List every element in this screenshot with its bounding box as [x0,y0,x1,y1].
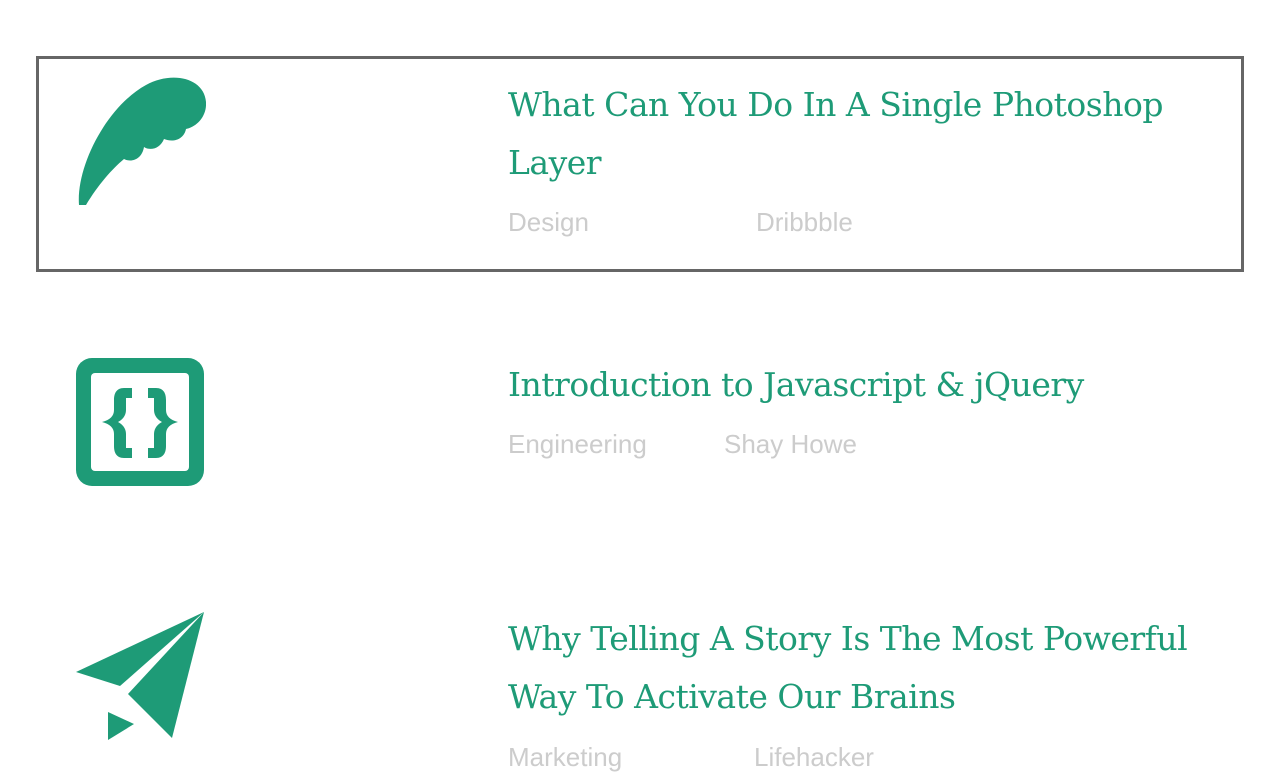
article-item-3[interactable]: Why Telling A Story Is The Most Powerful… [36,590,1244,782]
article-category[interactable]: Engineering [508,429,647,459]
article-source[interactable]: Lifehacker [754,742,874,772]
article-category[interactable]: Marketing [508,742,622,772]
article-category[interactable]: Design [508,207,589,237]
paper-plane-icon [76,612,206,742]
article-item-2[interactable]: Introduction to Javascript & jQuery Engi… [36,336,1244,536]
article-source[interactable]: Shay Howe [724,429,857,459]
article-source[interactable]: Dribbble [756,207,853,237]
article-title[interactable]: Introduction to Javascript & jQuery [508,356,1228,414]
code-braces-icon [76,358,206,488]
article-title[interactable]: What Can You Do In A Single Photoshop La… [508,76,1208,192]
feather-icon [76,77,206,207]
article-title[interactable]: Why Telling A Story Is The Most Powerful… [508,610,1208,726]
article-item-1[interactable]: What Can You Do In A Single Photoshop La… [36,56,1244,272]
